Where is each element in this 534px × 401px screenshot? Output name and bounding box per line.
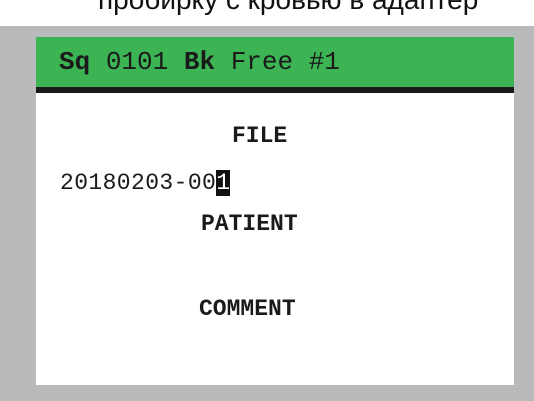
device-screen: Sq 0101 Bk Free #1 FILE 20180203-001 PAT… (36, 37, 514, 385)
caption-strip: пробирку с кровью в адаптер (0, 0, 534, 26)
bk-value: Free #1 (230, 47, 340, 77)
file-number-field[interactable]: 20180203-001 (60, 168, 231, 198)
patient-label[interactable]: PATIENT (201, 209, 298, 239)
page: пробирку с кровью в адаптер Sq 0101 Bk F… (0, 0, 534, 401)
comment-label[interactable]: COMMENT (199, 294, 296, 324)
sq-value: 0101 (105, 47, 169, 77)
text-cursor: 1 (216, 170, 231, 196)
status-content: Sq 0101 Bk Free #1 (59, 45, 340, 79)
bk-label: Bk (183, 47, 216, 77)
file-number-text: 20180203-00 (60, 170, 217, 196)
status-bar: Sq 0101 Bk Free #1 (36, 37, 514, 93)
sq-label: Sq (59, 47, 91, 77)
device-frame: Sq 0101 Bk Free #1 FILE 20180203-001 PAT… (0, 26, 534, 401)
file-label: FILE (232, 123, 288, 149)
caption-text: пробирку с кровью в адаптер (98, 0, 478, 17)
